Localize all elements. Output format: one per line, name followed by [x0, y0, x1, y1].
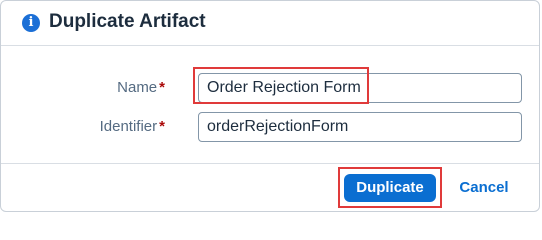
dialog-title: Duplicate Artifact — [49, 11, 206, 32]
identifier-input[interactable]: orderRejectionForm — [198, 112, 522, 142]
name-label: Name * — [117, 79, 165, 96]
cancel-button[interactable]: Cancel — [452, 174, 516, 202]
name-highlight-box — [193, 67, 369, 104]
identifier-required-marker: * — [159, 118, 165, 135]
identifier-label-text: Identifier — [99, 118, 158, 135]
duplicate-highlight-box — [338, 167, 442, 208]
info-icon: i — [22, 14, 40, 32]
identifier-label: Identifier * — [100, 118, 165, 135]
dialog-header: i Duplicate Artifact — [1, 1, 539, 46]
identifier-row: Identifier * orderRejectionForm — [1, 112, 541, 142]
name-label-text: Name — [117, 79, 158, 96]
name-required-marker: * — [159, 79, 165, 96]
